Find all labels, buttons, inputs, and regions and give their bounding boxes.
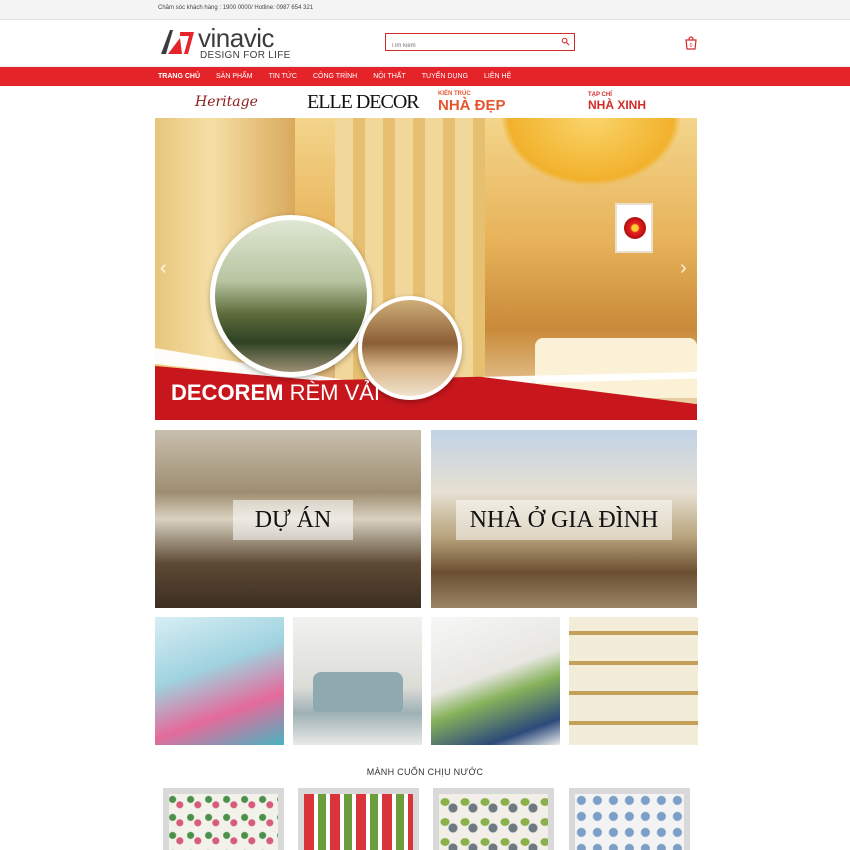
nav-item-careers[interactable]: TUYỂN DỤNG <box>422 67 468 86</box>
brand-nha-xinh-main: NHÀ XINH <box>588 98 647 112</box>
slider-next-arrow-icon[interactable]: › <box>680 258 692 278</box>
header: vinavic DESIGN FOR LIFE 0 <box>0 20 850 67</box>
main-nav: TRANG CHỦ SẢN PHẨM TIN TỨC CÔNG TRÌNH NỘ… <box>0 67 850 86</box>
sofa-image <box>313 672 403 712</box>
brand-logos: Heritage ELLE DECOR KIẾN TRÚC NHÀ ĐẸP TẠP… <box>0 86 850 118</box>
slide-flower-painting <box>615 203 653 253</box>
nav-item-home[interactable]: TRANG CHỦ <box>158 67 200 86</box>
brand-kien-truc-nha-dep[interactable]: KIẾN TRÚC NHÀ ĐẸP <box>438 90 506 114</box>
product-thumbnail[interactable] <box>163 788 284 850</box>
logo[interactable]: vinavic DESIGN FOR LIFE <box>158 23 308 63</box>
hero-slider[interactable]: DECOREM RÈM VẢI ‹ › <box>155 118 697 420</box>
category-tile-projects[interactable]: DỰ ÁN <box>155 430 421 608</box>
nav-item-interior[interactable]: NỘI THẤT <box>373 67 406 86</box>
logo-mark-icon <box>161 30 194 54</box>
contact-info: Chăm sóc khách hàng : 1900 0000/ Hotline… <box>158 5 314 11</box>
slide-living-room-circle-image <box>210 215 372 377</box>
slide-caption-light: RÈM VẢI <box>289 380 381 405</box>
slider-prev-arrow-icon[interactable]: ‹ <box>160 258 172 278</box>
slide-valance <box>485 118 697 198</box>
category-tile-family-home[interactable]: NHÀ Ở GIA ĐÌNH <box>431 430 697 608</box>
nav-item-news[interactable]: TIN TỨC <box>269 67 297 86</box>
product-thumbnail[interactable] <box>298 788 419 850</box>
category-tile-installation[interactable] <box>431 617 560 745</box>
cart-icon[interactable]: 0 <box>684 36 698 50</box>
section-title: MÀNH CUỐN CHỊU NƯỚC <box>366 767 484 777</box>
brand-nha-xinh[interactable]: TẠP CHÍ NHÀ XINH <box>588 90 646 114</box>
category-label-family-home: NHÀ Ở GIA ĐÌNH <box>456 500 672 540</box>
product-thumbnail[interactable] <box>569 788 690 850</box>
brand-heritage[interactable]: Heritage <box>195 90 258 114</box>
logo-tagline: DESIGN FOR LIFE <box>200 50 291 61</box>
top-bar: Chăm sóc khách hàng : 1900 0000/ Hotline… <box>0 0 850 20</box>
category-tile-furniture[interactable] <box>293 617 422 745</box>
category-label-projects: DỰ ÁN <box>233 500 353 540</box>
search-input[interactable] <box>386 38 551 54</box>
brand-elle-decor[interactable]: ELLE DECOR <box>307 90 420 114</box>
slide-caption-bold: DECOREM <box>171 380 284 405</box>
cart-count: 0 <box>690 43 693 49</box>
product-thumbnail[interactable] <box>433 788 554 850</box>
nav-item-products[interactable]: SẢN PHẨM <box>216 67 253 86</box>
slide-caption: DECOREM RÈM VẢI <box>171 380 380 406</box>
search-icon[interactable] <box>561 37 570 46</box>
search-box <box>385 33 575 54</box>
category-tile-curtain-rods[interactable] <box>569 617 698 745</box>
nav-item-contact[interactable]: LIÊN HỆ <box>484 67 511 86</box>
category-tile-kids-curtains[interactable] <box>155 617 284 745</box>
nav-item-projects[interactable]: CÔNG TRÌNH <box>313 67 357 86</box>
brand-kien-truc-main: NHÀ ĐẸP <box>438 96 506 114</box>
